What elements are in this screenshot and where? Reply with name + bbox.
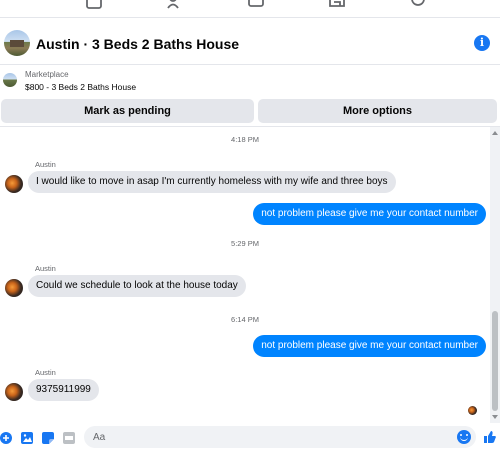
timestamp: 5:29 PM <box>231 239 259 248</box>
scrollbar-thumb[interactable] <box>492 311 498 411</box>
more-options-button[interactable]: More options <box>258 99 497 123</box>
message-bubble-incoming[interactable]: 9375911999 <box>28 379 99 401</box>
info-icon[interactable]: i <box>474 35 490 51</box>
top-navigation <box>0 0 500 18</box>
scroll-up-arrow[interactable] <box>492 131 498 135</box>
sticker-icon[interactable] <box>42 431 54 444</box>
listing-summary[interactable]: Marketplace $800 - 3 Beds 2 Baths House <box>0 68 500 96</box>
plus-icon[interactable] <box>0 431 12 444</box>
watch-icon[interactable] <box>247 0 265 10</box>
message-bubble-incoming[interactable]: Could we schedule to look at the house t… <box>28 275 246 297</box>
listing-thumbnail[interactable] <box>4 30 30 56</box>
sender-name: Austin <box>35 160 56 169</box>
conversation-header: Austin · 3 Beds 2 Baths House i <box>0 24 500 64</box>
timestamp: 4:18 PM <box>231 135 259 144</box>
emoji-icon[interactable] <box>457 430 471 444</box>
conversation-title[interactable]: Austin · 3 Beds 2 Baths House <box>36 36 239 52</box>
message-bubble-outgoing[interactable]: not problem please give me your contact … <box>253 335 486 357</box>
timestamp: 6:14 PM <box>231 315 259 324</box>
message-bubble-outgoing[interactable]: not problem please give me your contact … <box>253 203 486 225</box>
divider <box>0 64 500 65</box>
message-input[interactable] <box>84 426 434 448</box>
message-bubble-incoming[interactable]: I would like to move in asap I'm current… <box>28 171 396 193</box>
friends-icon[interactable] <box>166 0 184 10</box>
like-icon[interactable] <box>484 430 496 443</box>
gif-icon[interactable] <box>63 431 75 444</box>
avatar[interactable] <box>5 175 23 193</box>
image-icon[interactable] <box>21 431 33 444</box>
listing-description: $800 - 3 Beds 2 Baths House <box>25 82 137 92</box>
message-input-container[interactable] <box>84 426 476 448</box>
avatar[interactable] <box>5 279 23 297</box>
marketplace-icon[interactable] <box>328 0 346 10</box>
mark-as-pending-button[interactable]: Mark as pending <box>1 99 254 123</box>
listing-small-thumbnail <box>3 73 17 87</box>
listing-source: Marketplace <box>25 70 69 79</box>
scroll-down-arrow[interactable] <box>492 415 498 419</box>
message-thread: 4:18 PM Austin I would like to move in a… <box>0 127 490 423</box>
seen-receipt-avatar <box>468 406 477 415</box>
message-composer <box>0 424 500 450</box>
sender-name: Austin <box>35 264 56 273</box>
scrollbar[interactable] <box>490 127 500 423</box>
avatar[interactable] <box>5 383 23 401</box>
home-icon[interactable] <box>85 0 103 10</box>
groups-icon[interactable] <box>409 0 427 10</box>
sender-name: Austin <box>35 368 56 377</box>
